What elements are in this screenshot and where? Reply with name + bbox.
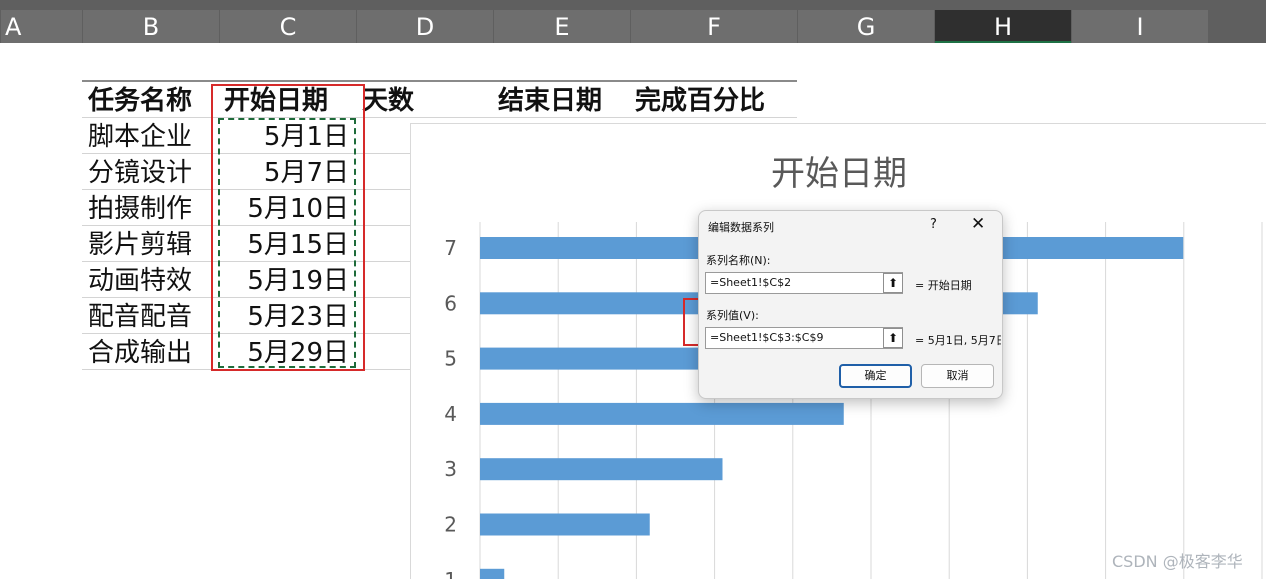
- collapse-dialog-icon[interactable]: ⬆: [883, 328, 903, 348]
- collapse-dialog-icon[interactable]: ⬆: [883, 273, 903, 293]
- dialog-title: 编辑数据系列: [708, 221, 774, 234]
- edit-series-dialog: 编辑数据系列 ? ✕ 系列名称(N): =Sheet1!$C$2 ⬆ = 开始日…: [698, 210, 1003, 399]
- help-icon[interactable]: ?: [930, 217, 937, 232]
- cancel-button[interactable]: 取消: [921, 364, 994, 388]
- bar-1[interactable]: [480, 568, 505, 579]
- column-header-c[interactable]: C: [220, 10, 356, 43]
- y-tick-label: 3: [444, 457, 457, 481]
- bar-4[interactable]: [480, 402, 844, 425]
- column-header-e[interactable]: E: [494, 10, 630, 43]
- watermark: CSDN @极客李华: [1112, 552, 1243, 571]
- column-header-b[interactable]: B: [83, 10, 219, 43]
- column-header-i[interactable]: I: [1072, 10, 1208, 43]
- column-header-d[interactable]: D: [357, 10, 493, 43]
- close-icon[interactable]: ✕: [971, 214, 985, 234]
- y-tick-label: 7: [444, 236, 457, 260]
- task-name-cell[interactable]: 动画特效: [88, 264, 192, 298]
- task-name-cell[interactable]: 合成输出: [88, 336, 192, 370]
- series-values-input[interactable]: =Sheet1!$C$3:$C$9: [705, 327, 903, 349]
- series-name-preview: = 开始日期: [915, 279, 972, 292]
- ok-button[interactable]: 确定: [839, 364, 912, 388]
- table-top-border: [82, 80, 797, 82]
- y-tick-label: 2: [444, 513, 457, 537]
- row-divider: [82, 117, 797, 118]
- y-tick-label: 4: [444, 402, 457, 426]
- copy-selection-marquee: [218, 118, 356, 368]
- y-tick-label: 6: [444, 291, 457, 315]
- bar-2[interactable]: [480, 513, 650, 536]
- table-header-cell[interactable]: 完成百分比: [635, 84, 765, 118]
- y-tick-label: 5: [444, 347, 457, 371]
- table-header-cell[interactable]: 任务名称: [88, 84, 192, 118]
- series-values-label: 系列值(V):: [706, 309, 759, 322]
- table-header-cell[interactable]: 天数: [362, 84, 414, 118]
- task-name-cell[interactable]: 分镜设计: [88, 156, 192, 190]
- column-header-bar: ABCDEFGHI: [0, 0, 1266, 43]
- column-header-f[interactable]: F: [631, 10, 797, 43]
- column-header-a[interactable]: A: [1, 10, 82, 43]
- table-header-cell[interactable]: 结束日期: [498, 84, 602, 118]
- task-name-cell[interactable]: 脚本企业: [88, 120, 192, 154]
- task-name-cell[interactable]: 影片剪辑: [88, 228, 192, 262]
- series-name-label: 系列名称(N):: [706, 254, 771, 267]
- series-values-preview: = 5月1日, 5月7日: [915, 334, 1001, 347]
- column-header-g[interactable]: G: [798, 10, 934, 43]
- bar-3[interactable]: [480, 458, 723, 481]
- column-header-h[interactable]: H: [935, 10, 1071, 43]
- task-name-cell[interactable]: 配音配音: [88, 300, 192, 334]
- series-name-input[interactable]: =Sheet1!$C$2: [705, 272, 903, 294]
- y-tick-label: 1: [444, 568, 457, 579]
- task-name-cell[interactable]: 拍摄制作: [88, 192, 192, 226]
